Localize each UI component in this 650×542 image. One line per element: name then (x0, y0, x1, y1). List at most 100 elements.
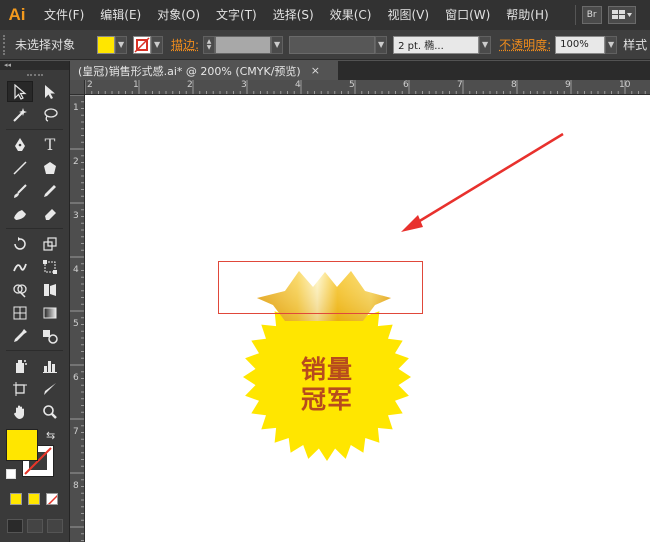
ruler-h-label: 9 (565, 80, 571, 90)
variable-width-dropdown[interactable]: ▼ (375, 35, 388, 54)
ruler-h-label: 1 (133, 80, 139, 90)
pencil-tool-icon[interactable] (37, 180, 63, 201)
opacity-label[interactable]: 不透明度: (499, 36, 551, 53)
stroke-weight-stepper[interactable]: ▲ ▼ (203, 35, 216, 54)
default-fill-stroke-icon[interactable] (6, 469, 16, 479)
menu-edit[interactable]: 编辑(E) (92, 0, 149, 30)
shape-builder-tool-icon[interactable] (7, 279, 33, 300)
toolbox-fill-swatch[interactable] (6, 429, 38, 461)
eyedropper-tool-icon[interactable] (7, 325, 33, 346)
opacity-field[interactable]: 100% (555, 35, 606, 54)
direct-selection-tool-icon[interactable] (37, 81, 63, 102)
color-mode-button[interactable] (10, 492, 22, 505)
draw-inside-icon[interactable] (47, 518, 63, 533)
ruler-v-label: 4 (73, 265, 79, 275)
paintbrush-tool-icon[interactable] (7, 180, 33, 201)
ruler-h-label: 2 (87, 80, 93, 90)
stroke-swatch[interactable] (133, 35, 152, 54)
selection-bounding-box[interactable] (218, 261, 423, 314)
mesh-tool-icon[interactable] (7, 302, 33, 323)
lasso-tool-icon[interactable] (37, 104, 63, 125)
swap-fill-stroke-icon[interactable]: ⇆ (46, 429, 55, 442)
stroke-weight-field[interactable] (215, 35, 272, 54)
layout-grid-icon[interactable] (607, 6, 636, 24)
divider (574, 5, 576, 25)
menu-window[interactable]: 窗口(W) (437, 0, 498, 30)
blob-brush-tool-icon[interactable] (7, 203, 33, 224)
fill-dropdown[interactable]: ▼ (115, 35, 128, 54)
zoom-tool-icon[interactable] (37, 401, 63, 422)
badge-line-1: 销量 (300, 355, 353, 384)
fill-stroke-widget: ⇆ (0, 429, 69, 487)
menu-help[interactable]: 帮助(H) (498, 0, 556, 30)
line-tool-icon[interactable] (7, 157, 33, 178)
draw-behind-icon[interactable] (27, 518, 43, 533)
ruler-h-label: 7 (457, 80, 463, 90)
horizontal-ruler[interactable]: 2 1 2 3 4 5 6 7 8 9 10 (85, 80, 650, 95)
badge-line-2: 冠军 (300, 385, 353, 414)
brush-definition-field[interactable]: 2 pt. 椭... (393, 35, 480, 54)
brush-dropdown[interactable]: ▼ (479, 35, 492, 54)
gradient-tool-icon[interactable] (37, 302, 63, 323)
menu-type[interactable]: 文字(T) (208, 0, 265, 30)
document-tab[interactable]: (皇冠)销售形式感.ai* @ 200% (CMYK/预览) × (70, 61, 338, 80)
slice-tool-icon[interactable] (37, 378, 63, 399)
type-tool-icon[interactable]: T (37, 134, 63, 155)
menu-file[interactable]: 文件(F) (34, 0, 92, 30)
ruler-v-label: 6 (73, 373, 79, 383)
free-transform-tool-icon[interactable] (37, 256, 63, 277)
artboard-tool-icon[interactable] (7, 378, 33, 399)
hand-tool-icon[interactable] (7, 401, 33, 422)
close-tab-icon[interactable]: × (311, 64, 320, 77)
red-arrow-icon (401, 132, 564, 232)
panel-grip[interactable] (3, 34, 9, 55)
no-stroke-icon (134, 36, 150, 53)
selection-tool-icon[interactable] (7, 81, 33, 102)
column-graph-tool-icon[interactable] (37, 355, 63, 376)
none-mode-button[interactable] (46, 492, 58, 505)
stroke-dropdown[interactable]: ▼ (151, 35, 164, 54)
stroke-label[interactable]: 描边: (171, 36, 199, 53)
variable-width-field[interactable] (289, 35, 376, 54)
document-tab-strip: (皇冠)销售形式感.ai* @ 200% (CMYK/预览) × (70, 61, 650, 80)
menu-view[interactable]: 视图(V) (379, 0, 437, 30)
gradient-mode-button[interactable] (28, 492, 40, 505)
menu-select[interactable]: 选择(S) (265, 0, 322, 30)
layout-grid-icon-svg (611, 10, 632, 19)
divider (6, 126, 63, 130)
draw-normal-icon[interactable] (7, 518, 23, 533)
menubar-right: Br (567, 5, 636, 25)
polygon-tool-icon[interactable] (37, 157, 63, 178)
ruler-v-label: 5 (73, 319, 79, 329)
perspective-grid-tool-icon[interactable] (37, 279, 63, 300)
symbol-sprayer-tool-icon[interactable] (7, 355, 33, 376)
bridge-button[interactable]: Br (581, 6, 602, 24)
warp-tool-icon[interactable] (7, 256, 33, 277)
magic-wand-tool-icon[interactable] (7, 104, 33, 125)
stroke-weight-dropdown[interactable]: ▼ (271, 35, 284, 54)
eraser-tool-icon[interactable] (37, 203, 63, 224)
pen-tool-icon[interactable] (7, 134, 33, 155)
ruler-v-label: 2 (73, 157, 79, 167)
menu-effect[interactable]: 效果(C) (322, 0, 380, 30)
ruler-h-label: 4 (295, 80, 301, 90)
opacity-value: 100% (560, 39, 589, 50)
fill-swatch[interactable] (97, 35, 116, 54)
watermark-logo-text: 搜狗指南 (511, 460, 615, 488)
menu-bar: Ai 文件(F) 编辑(E) 对象(O) 文字(T) 选择(S) 效果(C) 视… (0, 0, 650, 30)
scale-tool-icon[interactable] (37, 233, 63, 254)
ruler-origin[interactable] (70, 80, 85, 95)
style-label[interactable]: 样式 (623, 36, 647, 53)
vertical-ruler[interactable]: 1 2 3 4 5 6 7 8 (70, 95, 85, 542)
tools-grip[interactable] (0, 70, 69, 80)
tools-collapse-button[interactable]: ◂◂ (0, 61, 69, 70)
opacity-dropdown[interactable]: ▼ (605, 35, 618, 54)
ruler-v-label: 7 (73, 427, 79, 437)
ruler-h-label: 6 (403, 80, 409, 90)
watermark: 搜狗指南 zhinan.sogou.com (465, 450, 650, 510)
brush-definition-label: 2 pt. 椭... (398, 41, 444, 52)
menu-object[interactable]: 对象(O) (149, 0, 208, 30)
divider (6, 347, 63, 351)
blend-tool-icon[interactable] (37, 325, 63, 346)
rotate-tool-icon[interactable] (7, 233, 33, 254)
